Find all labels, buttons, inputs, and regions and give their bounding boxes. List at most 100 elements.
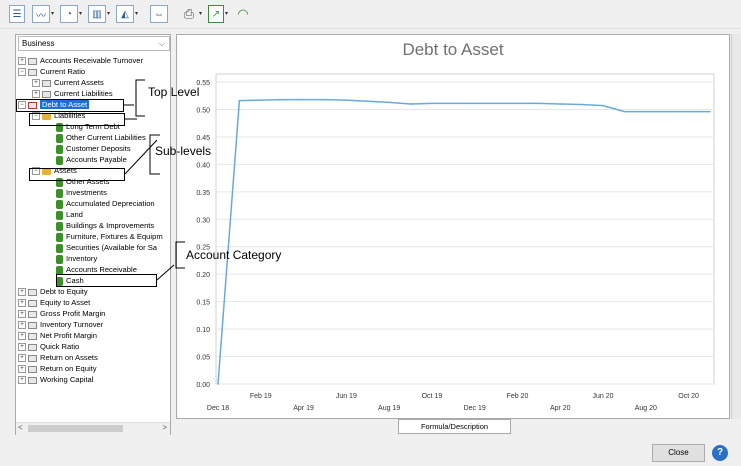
tree-item[interactable]: + Equity to Asset [18, 297, 90, 308]
bar-chart-icon[interactable]: ▥ [88, 5, 106, 23]
category-dropdown[interactable]: Business ⌵ [18, 36, 170, 51]
x-tick-label: Feb 20 [507, 393, 529, 400]
expand-icon[interactable]: + [18, 299, 26, 307]
collapse-icon[interactable]: − [18, 68, 26, 76]
area-chart-dropdown-icon[interactable]: ▾ [135, 10, 138, 17]
area-chart-icon[interactable]: ◭ [116, 5, 134, 23]
tree-item-label: Accounts Payable [66, 155, 127, 164]
tree-item[interactable]: + Return on Equity [18, 363, 97, 374]
report-icon [28, 354, 37, 362]
expand-icon[interactable]: + [18, 57, 26, 65]
y-tick-label: 0.00 [196, 382, 210, 389]
data-point [259, 99, 262, 101]
tree-item[interactable]: + Current Assets [32, 77, 104, 88]
report-list-icon[interactable]: ☰ [9, 5, 25, 23]
line-chart-icon[interactable]: 〰 [32, 5, 50, 23]
tree-item[interactable]: Other Current Liabilities [46, 132, 146, 143]
expand-icon[interactable]: + [32, 90, 40, 98]
category-dropdown-value: Business [22, 39, 55, 48]
tree-item[interactable]: Accounts Payable [46, 154, 127, 165]
expand-icon[interactable]: + [18, 332, 26, 340]
expand-icon[interactable]: + [18, 376, 26, 384]
y-tick-label: 0.05 [196, 355, 210, 362]
data-point [238, 99, 241, 102]
data-point [559, 103, 562, 105]
x-tick-label: Aug 20 [635, 405, 657, 412]
report-icon [28, 310, 37, 318]
tree-item[interactable]: Buildings & Improvements [46, 220, 154, 231]
export-icon[interactable]: ↗ [208, 5, 224, 23]
report-icon [28, 332, 37, 340]
data-point [516, 102, 519, 105]
expand-icon[interactable]: + [18, 321, 26, 329]
export-dropdown-icon[interactable]: ▾ [225, 10, 228, 17]
tree-item[interactable]: + Working Capital [18, 374, 93, 385]
bar-chart-dropdown-icon[interactable]: ▾ [107, 10, 110, 17]
line-chart-dropdown-icon[interactable]: ▾ [51, 10, 54, 17]
expand-icon[interactable]: + [18, 343, 26, 351]
data-point [302, 98, 305, 101]
expand-icon[interactable]: + [18, 288, 26, 296]
tree-item-label: Buildings & Improvements [66, 221, 155, 230]
tree-item[interactable]: + Debt to Equity [18, 286, 88, 297]
tree-item[interactable]: + Inventory Turnover [18, 319, 103, 330]
expand-icon[interactable]: + [18, 365, 26, 373]
scrollbar-thumb[interactable] [28, 425, 123, 432]
expand-icon[interactable]: + [32, 79, 40, 87]
account-icon [56, 155, 63, 165]
print-dropdown-icon[interactable]: ▾ [199, 10, 202, 17]
tree-item[interactable]: Investments [46, 187, 107, 198]
liabilities-callout-box [29, 113, 125, 126]
account-icon [56, 210, 63, 220]
tree-item-label: Working Capital [40, 375, 94, 384]
print-icon[interactable]: ⎙ [180, 5, 198, 23]
tree-item[interactable]: + Quick Ratio [18, 341, 79, 352]
data-point [409, 103, 412, 105]
pie-chart-icon[interactable]: ◔ [60, 5, 78, 23]
tree-item[interactable]: Inventory [46, 253, 97, 264]
close-button[interactable]: Close [652, 444, 705, 462]
data-point [538, 102, 540, 105]
data-point [495, 102, 497, 105]
x-tick-label: Oct 19 [422, 393, 443, 400]
tree-item[interactable]: + Current Liabilities [32, 88, 113, 99]
tree-item[interactable]: − Current Ratio [18, 66, 85, 77]
scroll-left-icon[interactable]: < [18, 423, 23, 432]
tree-item[interactable]: Land [46, 209, 83, 220]
data-point [666, 110, 669, 113]
subgroup-icon [42, 79, 51, 87]
chevron-down-icon[interactable]: ⌵ [159, 37, 165, 50]
account-icon [56, 232, 63, 242]
tree-item[interactable]: Securities (Available for Sa [46, 242, 157, 253]
x-tick-label: Aug 19 [378, 405, 400, 412]
tree-item[interactable]: Customer Deposits [46, 143, 131, 154]
tree-item-label: Accounts Receivable [66, 265, 137, 274]
tree-item-label: Accumulated Depreciation [66, 199, 155, 208]
account-icon [56, 243, 63, 253]
y-tick-label: 0.30 [196, 217, 210, 224]
expand-icon[interactable]: + [18, 354, 26, 362]
report-icon [28, 299, 37, 307]
tree-item[interactable]: + Net Profit Margin [18, 330, 97, 341]
split-view-icon[interactable]: ⇔ [150, 5, 168, 23]
x-tick-label: Dec 19 [464, 405, 486, 412]
gauge-icon[interactable]: ◠ [234, 5, 252, 23]
account-icon [56, 199, 63, 209]
expand-icon[interactable]: + [18, 310, 26, 318]
tree-item[interactable]: + Accounts Receivable Turnover [18, 55, 143, 66]
tree-horizontal-scrollbar[interactable]: < > [16, 422, 170, 435]
data-point [709, 110, 711, 113]
tree-item-label: Other Current Liabilities [66, 133, 146, 142]
help-icon[interactable]: ? [712, 445, 728, 461]
tree-item[interactable]: Furniture, Fixtures & Equipm [46, 231, 163, 242]
tree-item[interactable]: + Return on Assets [18, 352, 98, 363]
annotation-account-category: Account Category [186, 248, 282, 262]
tree-item[interactable]: Accumulated Depreciation [46, 198, 155, 209]
scroll-right-icon[interactable]: > [162, 423, 167, 432]
tree-item[interactable]: + Gross Profit Margin [18, 308, 105, 319]
tab-formula-description[interactable]: Formula/Description [398, 419, 511, 434]
report-icon [28, 376, 37, 384]
tree-item-label: Accounts Receivable Turnover [40, 56, 143, 65]
x-tick-label: Feb 19 [250, 393, 272, 400]
pie-chart-dropdown-icon[interactable]: ▾ [79, 10, 82, 17]
